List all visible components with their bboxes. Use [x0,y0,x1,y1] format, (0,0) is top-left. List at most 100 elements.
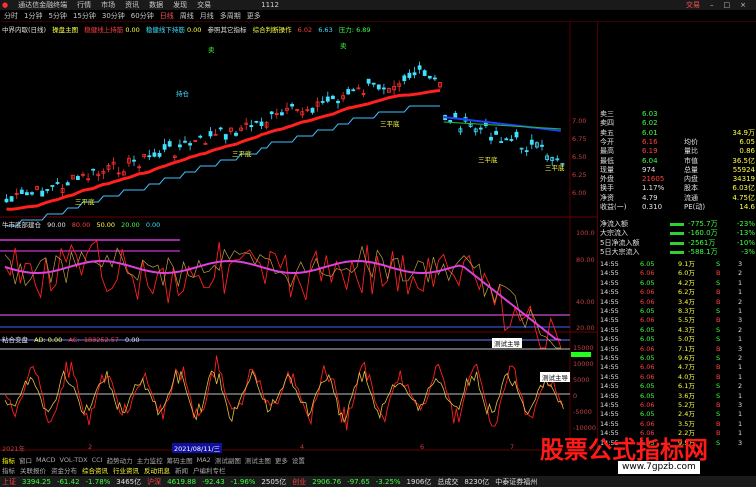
test-button[interactable]: 测试主导 [492,338,522,348]
candle-body [249,125,254,128]
tick-time: 14:55 [600,335,619,344]
indicator-tab[interactable]: 趋势动力 [107,455,133,465]
candle-body [157,153,162,157]
maximize-icon[interactable]: □ [724,1,731,9]
sub1-tick: 80.00 [576,256,595,264]
trade-button[interactable]: 交易 [686,0,700,10]
tick-row[interactable]: 14:55 6.06 3.4万 B 2 [598,298,756,307]
menu-market[interactable]: 市场 [101,0,115,10]
tick-volume: 3.6万 [678,391,695,400]
indicator-tab[interactable]: 指标 [2,455,15,465]
x-axis-label: 2021年 [2,445,26,453]
period-tab[interactable]: 多周期 [220,11,241,21]
tick-row[interactable]: 14:55 6.05 2.4万 S 1 [598,410,756,419]
indicator-tab[interactable]: 主力监控 [137,455,163,465]
tick-row[interactable]: 14:55 6.05 8.3万 S 1 [598,307,756,316]
period-tab[interactable]: 30分钟 [102,11,125,21]
fund-flow-bar [670,232,684,236]
tick-row[interactable]: 14:55 6.06 4.7万 B 1 [598,363,756,372]
tick-direction: S [716,278,721,287]
test-button[interactable]: 测试主导 [540,372,570,382]
app-logo-icon: ● [2,1,9,9]
tick-direction: B [716,344,721,353]
period-tab[interactable]: 15分钟 [73,11,96,21]
indicator-tab[interactable]: 设置 [292,455,305,465]
tick-price: 6.05 [640,354,655,362]
info-tab[interactable]: 综合资讯 [82,465,108,475]
indicator-tab[interactable]: CCI [92,456,103,464]
chart-area[interactable]: 中界内取(日线) 操盘主图 稳健线上持筋 0.00 稳健线下持筋 0.00 参照… [0,22,597,453]
tick-row[interactable]: 14:55 6.06 5.5万 B 3 [598,316,756,325]
hs-index-name[interactable]: 沪深 [147,477,161,487]
legend-judge: 综合判断操作 [252,26,292,34]
tick-row[interactable]: 14:55 6.05 9.1万 S 3 [598,260,756,269]
sub2-title[interactable]: 粘合变盘 [2,336,28,344]
tick-row[interactable]: 14:55 6.05 6.1万 S 2 [598,382,756,391]
candle-body [427,75,432,79]
cy-index-name[interactable]: 创业 [292,477,306,487]
minimize-icon[interactable]: – [710,1,714,9]
info-tab[interactable]: 户编利专栏 [193,465,226,475]
tick-price: 6.05 [640,335,655,344]
fund-flow-row: 大宗流入 -160.0万 -13% [600,229,755,238]
tick-volume: 8.3万 [678,307,695,315]
tick-row[interactable]: 14:55 6.05 9.6万 S 2 [598,354,756,363]
close-icon[interactable]: × [740,1,746,9]
tick-row[interactable]: 14:55 6.06 5.2万 B 3 [598,401,756,410]
info-tab[interactable]: 行业资讯 [113,465,139,475]
tick-row[interactable]: 14:55 6.06 4.0万 B 1 [598,373,756,382]
period-tab[interactable]: 1分钟 [24,11,42,21]
menu-quote[interactable]: 行情 [77,0,91,10]
tick-row[interactable]: 14:55 6.05 3.6万 S 1 [598,392,756,401]
tick-row[interactable]: 14:55 6.06 3.5万 B 1 [598,420,756,429]
candle-body [152,152,157,157]
info-tab[interactable]: 指标 [2,465,15,475]
chart-canvas[interactable] [0,22,597,452]
period-tab[interactable]: 周线 [180,11,194,21]
tick-row[interactable]: 14:55 6.05 4.2万 S 1 [598,279,756,288]
info-tab[interactable]: 资金分布 [51,465,77,475]
indicator-tab[interactable]: MACD [36,456,55,464]
sh-index-name[interactable]: 上证 [2,477,16,487]
candle-body [310,107,315,113]
sub1-title[interactable]: 牛市底部建仓 [2,221,41,229]
indicator-tab[interactable]: 测试主图 [245,455,271,465]
menu-discover[interactable]: 发现 [173,0,187,10]
tick-row[interactable]: 14:55 6.06 6.2万 B 1 [598,288,756,297]
period-tab[interactable]: 5分钟 [48,11,66,21]
quote-value: 6.05 [739,137,755,146]
tick-price: 6.05 [640,260,655,268]
indicator-tab[interactable]: 筹码主图 [167,455,193,465]
period-tab[interactable]: 60分钟 [131,11,154,21]
candle-body [540,144,544,147]
main-indicator-name[interactable]: 操盘主图 [52,26,78,34]
period-tab-active[interactable]: 日线 [160,11,174,21]
indicator-tab[interactable]: MA2 [197,456,211,464]
sub1-val: 0.00 [145,221,161,229]
info-tab[interactable]: 关联报价 [20,465,46,475]
menu-trade[interactable]: 交易 [197,0,211,10]
info-tab[interactable]: 反动讯息 [144,465,170,475]
indicator-tab[interactable]: 测试副图 [215,455,241,465]
tick-price: 6.05 [640,307,655,315]
period-tab[interactable]: 更多 [247,11,261,21]
menu-news[interactable]: 资讯 [125,0,139,10]
indicator-tab[interactable]: VOL-TDX [59,456,87,464]
tick-row[interactable]: 14:55 6.06 6.0万 B 2 [598,269,756,278]
indicator-tab[interactable]: 窗口 [19,455,32,465]
indicator-tab[interactable]: 更多 [275,455,288,465]
tick-row[interactable]: 14:55 6.06 7.1万 B 3 [598,345,756,354]
sub1-val: 80.00 [71,221,91,229]
info-tab[interactable]: 新闻 [175,465,188,475]
period-tab[interactable]: 分时 [4,11,18,21]
quote-label: 外盘 [600,175,614,184]
sh-index-value: 3394.25 [22,477,51,486]
quote-row: 最高 6.19 量比 0.86 [600,147,755,156]
tick-row[interactable]: 14:55 6.05 5.0万 S 1 [598,335,756,344]
tick-direction: S [716,438,721,447]
candle-body [371,82,376,85]
tick-row[interactable]: 14:55 6.05 4.3万 S 2 [598,326,756,335]
period-tab[interactable]: 月线 [200,11,214,21]
menu-data[interactable]: 数据 [149,0,163,10]
quote-label: 现量 [600,165,614,174]
